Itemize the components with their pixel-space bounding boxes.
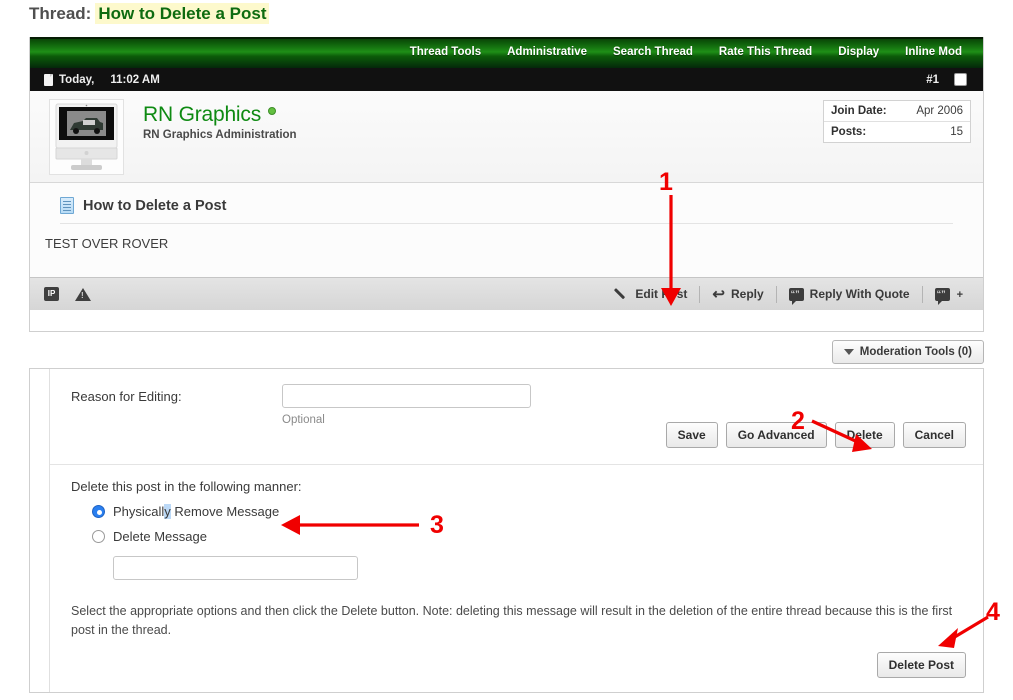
edit-post-panel: Reason for Editing: Optional Save Go Adv… [29,368,984,693]
post-action-toolbar: IP Edit Post ↩ Reply “” Reply With Quote [30,277,983,310]
delete-reason-input[interactable] [113,556,358,580]
delete-option-physically-remove[interactable]: Physically Remove Message [71,504,983,519]
stat-key-posts: Posts: [831,126,866,138]
post-number[interactable]: #1 [926,74,939,86]
stat-key-join-date: Join Date: [831,105,887,117]
reason-for-editing-row: Reason for Editing: Optional Save Go Adv… [50,369,983,465]
reply-with-quote-button[interactable]: “” Reply With Quote [777,287,922,301]
post-toolbar-left: IP [44,287,91,301]
nav-item-inline-mod[interactable]: Inline Mod [892,37,975,68]
stat-value-posts: 15 [950,126,963,138]
avatar-imac-image [50,100,123,174]
nav-item-rate-this-thread[interactable]: Rate This Thread [706,37,825,68]
reply-label: Reply [731,287,764,301]
cancel-button[interactable]: Cancel [903,422,966,448]
edit-post-label: Edit Post [635,287,687,301]
post-username[interactable]: RN Graphics [143,103,276,127]
page-root: Thread:How to Delete a Post Thread Tools… [0,0,1013,700]
go-advanced-button[interactable]: Go Advanced [726,422,827,448]
radio-label-delete-message: Delete Message [113,529,207,544]
annotation-number-4: 4 [986,598,1000,627]
report-warning-icon[interactable] [75,288,91,301]
post-user-strip: RN Graphics RN Graphics Administration J… [30,91,983,183]
post-body: How to Delete a Post TEST OVER ROVER [30,183,983,277]
thread-name: How to Delete a Post [95,3,269,24]
avatar[interactable] [49,99,124,175]
panel-gutter [30,369,50,692]
moderation-tools-label: Moderation Tools (0) [860,346,972,358]
annotation-number-2: 2 [791,407,805,436]
thread-nav-bar: Thread Tools Administrative Search Threa… [30,37,983,68]
nav-item-thread-tools[interactable]: Thread Tools [397,37,494,68]
post-document-icon [44,74,53,86]
delete-post-button[interactable]: Delete Post [877,652,966,678]
chevron-down-icon [844,349,854,355]
thread-label: Thread: [29,4,91,23]
thread-nav-items: Thread Tools Administrative Search Threa… [397,37,975,68]
reply-button[interactable]: ↩ Reply [700,287,775,302]
reply-with-quote-label: Reply With Quote [810,287,910,301]
radio-delete-message[interactable] [92,530,105,543]
delete-options-row: Delete this post in the following manner… [50,465,983,640]
stat-row-posts: Posts: 15 [824,121,970,142]
edit-action-buttons: Save Go Advanced Delete Cancel [666,422,966,448]
stat-row-join-date: Join Date: Apr 2006 [824,101,970,121]
delete-manner-heading: Delete this post in the following manner… [71,479,983,494]
online-status-icon [268,107,276,115]
plus-icon: + [957,289,963,301]
post-date: Today, [59,74,94,86]
reason-for-editing-input[interactable] [282,384,531,408]
delete-note-text: Select the appropriate options and then … [71,602,962,640]
post-title: How to Delete a Post [83,198,226,214]
nav-item-administrative[interactable]: Administrative [494,37,600,68]
pencil-icon [615,287,629,301]
post-message-text: TEST OVER ROVER [30,224,983,251]
edit-post-button[interactable]: Edit Post [603,287,699,301]
post-select-checkbox[interactable] [954,73,967,86]
save-button[interactable]: Save [666,422,718,448]
radio-label-physically-remove: Physically Remove Message [113,504,279,519]
post-usertitle: RN Graphics Administration [143,129,297,141]
delete-post-button-wrap: Delete Post [877,652,966,678]
radio-physically-remove[interactable] [92,505,105,518]
nav-item-display[interactable]: Display [825,37,892,68]
multi-quote-button[interactable]: “” + [923,288,975,301]
reply-arrow-icon: ↩ [712,287,725,302]
delete-button[interactable]: Delete [835,422,895,448]
quote-icon: “” [789,288,804,301]
moderation-tools-button[interactable]: Moderation Tools (0) [832,340,984,364]
post-date-bar: Today, 11:02 AM #1 [30,68,983,91]
post-time: 11:02 AM [110,74,159,86]
panel-main: Reason for Editing: Optional Save Go Adv… [50,369,983,692]
post-title-document-icon [60,197,74,214]
quote-plus-icon: “” [935,288,950,301]
username-text: RN Graphics [143,103,261,126]
post-container: Thread Tools Administrative Search Threa… [29,37,984,332]
post-title-row: How to Delete a Post [30,183,983,214]
ip-icon[interactable]: IP [44,287,59,301]
post-user-stats: Join Date: Apr 2006 Posts: 15 [823,100,971,143]
annotation-number-1: 1 [659,168,673,197]
reason-optional-hint: Optional [282,414,325,426]
nav-item-search-thread[interactable]: Search Thread [600,37,706,68]
post-toolbar-right: Edit Post ↩ Reply “” Reply With Quote “”… [603,286,975,303]
page-title: Thread:How to Delete a Post [29,4,269,24]
delete-option-delete-message[interactable]: Delete Message [71,529,983,544]
annotation-number-3: 3 [430,511,444,540]
reason-for-editing-label: Reason for Editing: [71,389,182,404]
stat-value-join-date: Apr 2006 [916,105,963,117]
